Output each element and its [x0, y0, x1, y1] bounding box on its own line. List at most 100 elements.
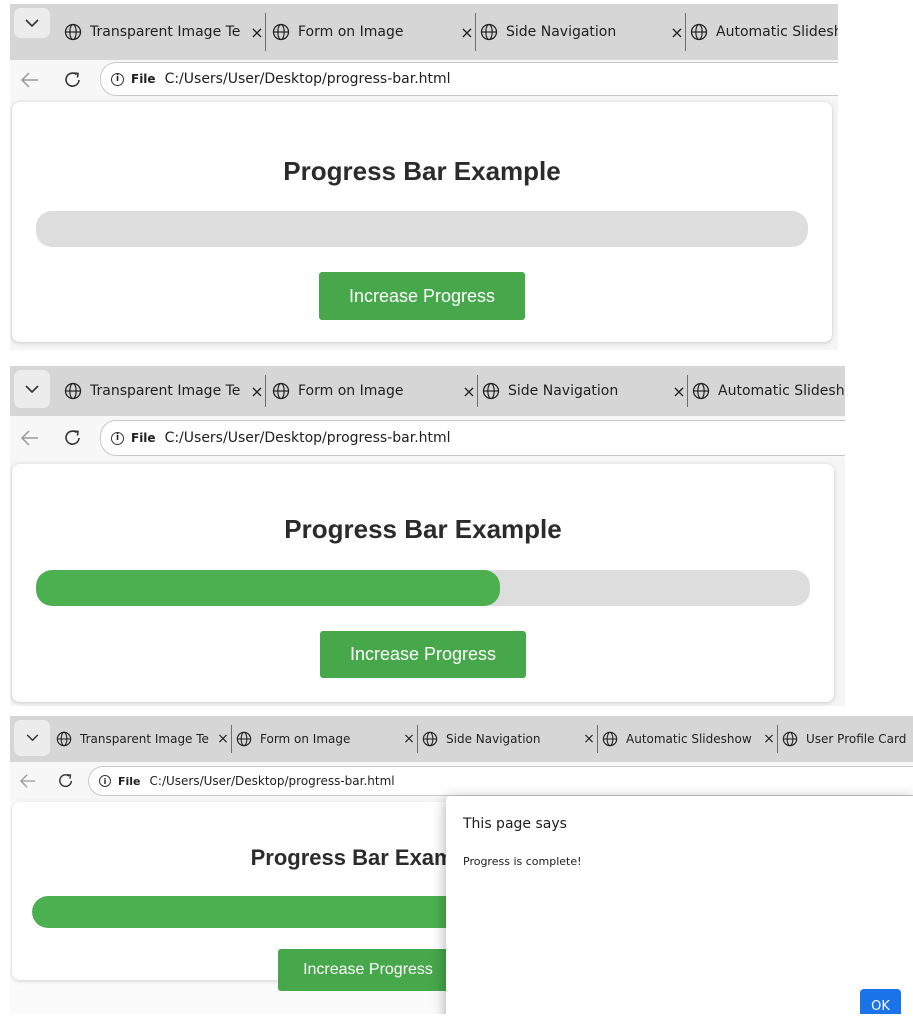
- globe-icon: [692, 382, 710, 400]
- address-bar-row: i File C:/Users/User/Desktop/progress-ba…: [10, 416, 845, 460]
- alert-dialog: This page says Progress is complete! OK: [446, 796, 913, 1014]
- globe-icon: [64, 23, 82, 41]
- dialog-message: Progress is complete!: [463, 855, 582, 868]
- tab-transparent-image[interactable]: Transparent Image Te ×: [56, 716, 232, 762]
- tab-title: Side Navigation: [506, 24, 617, 40]
- tab-transparent-image[interactable]: Transparent Image Te ×: [64, 4, 266, 60]
- tab-automatic-slideshow[interactable]: Automatic Slidesho: [690, 4, 838, 60]
- chevron-down-icon: [25, 18, 39, 27]
- tab-title: Form on Image: [298, 24, 404, 40]
- close-icon[interactable]: ×: [668, 23, 686, 42]
- tab-separator: [475, 13, 476, 51]
- globe-icon: [422, 731, 438, 747]
- globe-icon: [482, 382, 500, 400]
- globe-icon: [272, 382, 290, 400]
- progress-track: [36, 570, 810, 606]
- tab-title: Side Navigation: [446, 732, 541, 746]
- tab-separator: [685, 13, 686, 51]
- url-field[interactable]: i File C:/Users/User/Desktop/progress-ba…: [100, 62, 838, 96]
- tab-automatic-slideshow[interactable]: Automatic Slidesho: [692, 366, 845, 416]
- address-bar-row: i File C:/Users/User/Desktop/progress-ba…: [10, 60, 838, 100]
- tab-separator: [597, 725, 598, 753]
- progress-card: Progress Bar Example Increase Progress: [12, 102, 832, 342]
- close-icon[interactable]: ×: [248, 23, 266, 42]
- file-scheme-label: File: [118, 774, 141, 788]
- tab-separator: [265, 375, 266, 407]
- increase-progress-button[interactable]: Increase Progress: [319, 272, 525, 320]
- url-text: C:/Users/User/Desktop/progress-bar.html: [164, 430, 451, 446]
- back-arrow-icon[interactable]: [20, 429, 40, 447]
- tab-separator: [777, 725, 778, 753]
- info-icon[interactable]: i: [111, 431, 124, 445]
- globe-icon: [64, 382, 82, 400]
- page-viewport: Progress Bar Example Increase Progress: [10, 460, 845, 706]
- info-icon[interactable]: i: [99, 775, 111, 787]
- close-icon[interactable]: ×: [760, 731, 778, 747]
- tab-separator: [265, 13, 266, 51]
- globe-icon: [690, 23, 708, 41]
- url-field[interactable]: i File C:/Users/User/Desktop/progress-ba…: [88, 766, 913, 796]
- tab-separator: [687, 375, 688, 407]
- tab-title: Transparent Image Te: [90, 383, 241, 399]
- tab-separator: [477, 375, 478, 407]
- progress-fill: [36, 570, 501, 606]
- page-title: Progress Bar Example: [283, 156, 561, 186]
- tab-title: User Profile Card: [806, 732, 907, 746]
- reload-icon[interactable]: [64, 70, 82, 89]
- page-viewport: Progress Bar Example Increase Progress: [10, 100, 838, 350]
- browser-screenshot-2: Transparent Image Te × Form on Image × S…: [10, 366, 845, 706]
- back-arrow-icon[interactable]: [19, 773, 37, 789]
- tab-search-button[interactable]: [14, 370, 50, 408]
- info-icon[interactable]: i: [111, 72, 124, 86]
- tab-user-profile-card[interactable]: User Profile Card: [782, 716, 913, 762]
- reload-icon[interactable]: [64, 428, 82, 447]
- file-scheme-label: File: [131, 72, 156, 86]
- tab-transparent-image[interactable]: Transparent Image Te ×: [64, 366, 266, 416]
- tab-strip: Transparent Image Te × Form on Image × S…: [10, 366, 845, 416]
- tab-title: Automatic Slidesho: [716, 24, 838, 40]
- page-title: Progress Bar Example: [284, 514, 562, 544]
- tab-search-button[interactable]: [14, 8, 50, 38]
- close-icon[interactable]: ×: [400, 731, 418, 747]
- tab-automatic-slideshow[interactable]: Automatic Slideshow ×: [602, 716, 778, 762]
- url-field[interactable]: i File C:/Users/User/Desktop/progress-ba…: [100, 420, 845, 456]
- tab-form-on-image[interactable]: Form on Image ×: [272, 366, 478, 416]
- close-icon[interactable]: ×: [460, 382, 478, 401]
- globe-icon: [602, 731, 618, 747]
- globe-icon: [782, 731, 798, 747]
- browser-screenshot-3: Transparent Image Te × Form on Image × S…: [10, 716, 913, 1014]
- globe-icon: [236, 731, 252, 747]
- address-bar-row: i File C:/Users/User/Desktop/progress-ba…: [10, 762, 913, 800]
- tab-search-button[interactable]: [14, 720, 50, 756]
- tab-title: Transparent Image Te: [80, 732, 209, 746]
- file-scheme-label: File: [131, 431, 156, 445]
- ok-button[interactable]: OK: [860, 989, 901, 1014]
- close-icon[interactable]: ×: [248, 382, 266, 401]
- tab-form-on-image[interactable]: Form on Image ×: [236, 716, 418, 762]
- back-arrow-icon[interactable]: [20, 71, 40, 89]
- tab-side-navigation[interactable]: Side Navigation ×: [482, 366, 688, 416]
- close-icon[interactable]: ×: [458, 23, 476, 42]
- tab-title: Side Navigation: [508, 383, 619, 399]
- tab-title: Transparent Image Te: [90, 24, 241, 40]
- url-text: C:/Users/User/Desktop/progress-bar.html: [149, 774, 395, 788]
- progress-track: [36, 211, 808, 247]
- reload-icon[interactable]: [58, 772, 74, 789]
- url-text: C:/Users/User/Desktop/progress-bar.html: [164, 71, 451, 87]
- globe-icon: [272, 23, 290, 41]
- tab-separator: [231, 725, 232, 753]
- tab-title: Automatic Slidesho: [718, 383, 845, 399]
- tab-form-on-image[interactable]: Form on Image ×: [272, 4, 476, 60]
- dialog-title: This page says: [463, 816, 567, 832]
- close-icon[interactable]: ×: [670, 382, 688, 401]
- tab-title: Form on Image: [260, 732, 351, 746]
- tab-title: Automatic Slideshow: [626, 732, 752, 746]
- close-icon[interactable]: ×: [214, 731, 232, 747]
- tab-side-navigation[interactable]: Side Navigation ×: [422, 716, 598, 762]
- increase-progress-button[interactable]: Increase Progress: [320, 631, 526, 678]
- tab-side-navigation[interactable]: Side Navigation ×: [480, 4, 686, 60]
- tab-strip: Transparent Image Te × Form on Image × S…: [10, 4, 838, 60]
- tab-title: Form on Image: [298, 383, 404, 399]
- increase-progress-button[interactable]: Increase Progress: [278, 949, 458, 991]
- close-icon[interactable]: ×: [580, 731, 598, 747]
